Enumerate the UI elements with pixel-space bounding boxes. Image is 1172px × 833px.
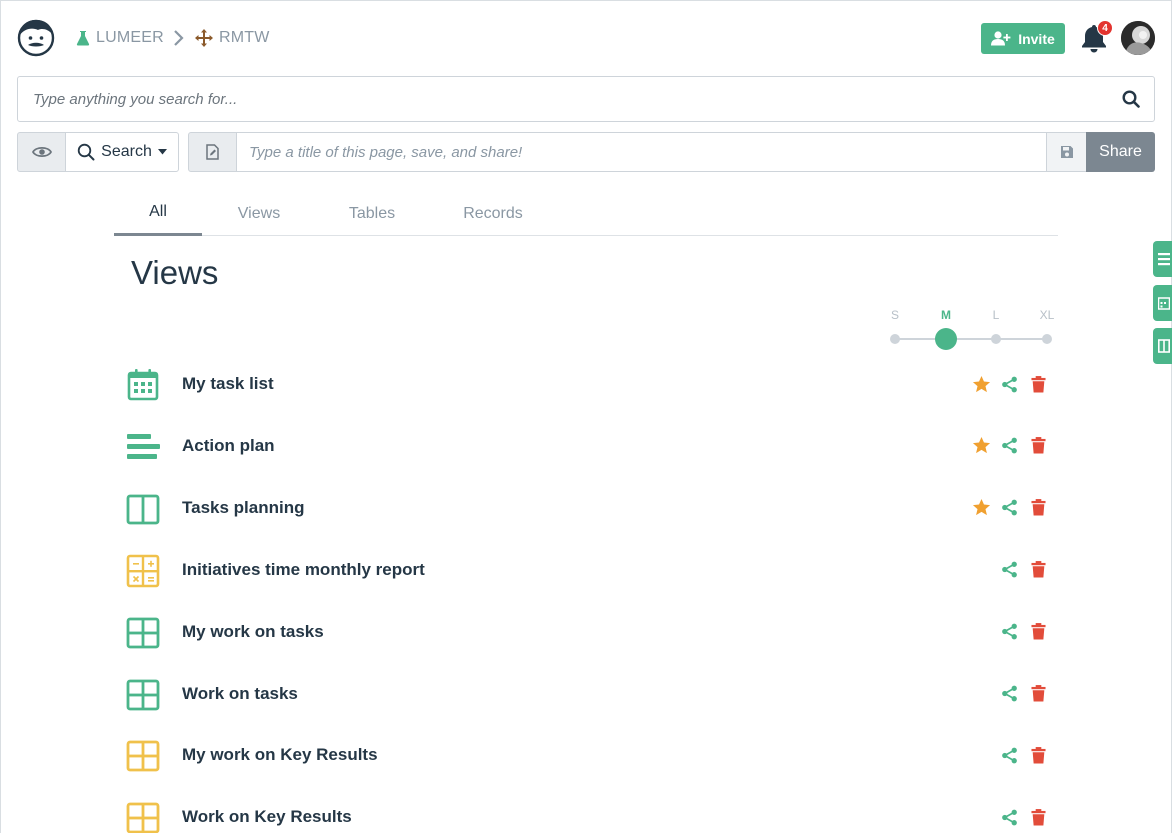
pivot-icon	[126, 554, 160, 588]
size-track	[895, 338, 1047, 340]
gantt-icon	[126, 430, 160, 464]
perspective-button[interactable]	[17, 132, 66, 172]
table-icon	[126, 616, 160, 650]
chevron-right-icon	[174, 30, 184, 46]
size-option-xl[interactable]: XL	[1032, 308, 1062, 322]
lumeer-logo[interactable]	[16, 17, 56, 57]
view-row[interactable]: Action plan	[114, 416, 1058, 478]
calendar-icon	[126, 368, 160, 402]
app-header: LUMEER RMTW Invite 4	[1, 1, 1172, 75]
caret-down-icon	[157, 149, 167, 155]
star-icon[interactable]	[971, 498, 991, 518]
view-name[interactable]: Action plan	[182, 436, 275, 456]
search-input[interactable]	[18, 77, 1108, 121]
view-name[interactable]: Initiatives time monthly report	[182, 560, 425, 580]
view-row[interactable]: Work on tasks	[114, 664, 1058, 726]
table-icon	[126, 678, 160, 712]
share-button[interactable]: Share	[1086, 132, 1155, 172]
share-icon[interactable]	[999, 436, 1019, 456]
perspective-dropdown-label: Search	[101, 143, 152, 160]
trash-icon[interactable]	[1028, 498, 1048, 518]
share-icon[interactable]	[999, 684, 1019, 704]
size-option-m[interactable]: M	[931, 308, 961, 322]
share-icon[interactable]	[999, 374, 1019, 394]
table-icon	[126, 801, 160, 833]
view-name[interactable]: Tasks planning	[182, 498, 305, 518]
star-icon[interactable]	[971, 436, 991, 456]
size-dot-xl[interactable]	[1042, 334, 1052, 344]
view-name[interactable]: My work on tasks	[182, 622, 324, 642]
trash-icon[interactable]	[1028, 560, 1048, 580]
columns-icon	[1158, 339, 1170, 353]
breadcrumb-organization[interactable]: LUMEER	[76, 27, 164, 49]
size-dot-s[interactable]	[890, 334, 900, 344]
tab-tables[interactable]: Tables	[327, 191, 417, 236]
tab-all[interactable]: All	[114, 191, 202, 236]
perspective-dropdown[interactable]: Search	[65, 132, 179, 172]
project-label: RMTW	[219, 29, 270, 46]
share-icon[interactable]	[999, 560, 1019, 580]
page-icon-addon	[188, 132, 237, 172]
user-plus-icon	[991, 31, 1011, 46]
trash-icon[interactable]	[1028, 374, 1048, 394]
trash-icon[interactable]	[1028, 807, 1048, 827]
kanban-icon	[126, 492, 160, 526]
view-name[interactable]: Work on Key Results	[182, 807, 352, 827]
size-option-l[interactable]: L	[981, 308, 1011, 322]
view-row[interactable]: My task list	[114, 354, 1058, 416]
table-icon	[126, 739, 160, 773]
page-title-input[interactable]	[236, 133, 1046, 171]
invite-label: Invite	[1018, 30, 1055, 47]
page-title-field	[236, 132, 1047, 172]
share-icon[interactable]	[999, 498, 1019, 518]
view-name[interactable]: My work on Key Results	[182, 745, 378, 765]
floppy-disk-icon	[1060, 146, 1073, 158]
star-icon[interactable]	[971, 374, 991, 394]
eye-icon	[31, 146, 52, 158]
trash-icon[interactable]	[1028, 745, 1048, 765]
invite-button[interactable]: Invite	[981, 23, 1065, 54]
flask-icon	[76, 31, 90, 46]
search-icon	[77, 143, 95, 161]
organization-label: LUMEER	[96, 29, 164, 46]
section-title: Views	[131, 254, 219, 291]
view-row[interactable]: Work on Key Results	[114, 787, 1058, 833]
file-edit-icon	[206, 144, 219, 160]
notification-badge: 4	[1097, 20, 1113, 36]
view-name[interactable]: My task list	[182, 374, 274, 394]
calendar-icon	[1158, 297, 1170, 310]
trash-icon[interactable]	[1028, 622, 1048, 642]
search-submit-button[interactable]	[1108, 90, 1154, 108]
side-tab-columns[interactable]	[1153, 328, 1172, 364]
tab-views[interactable]: Views	[214, 191, 304, 236]
share-icon[interactable]	[999, 807, 1019, 827]
arrows-move-icon	[195, 29, 213, 47]
content-tabs: All Views Tables Records	[114, 191, 1058, 236]
breadcrumb-project[interactable]: RMTW	[195, 27, 270, 49]
list-icon	[1158, 253, 1170, 266]
size-option-s[interactable]: S	[880, 308, 910, 322]
view-row[interactable]: My work on tasks	[114, 602, 1058, 664]
size-dot-l[interactable]	[991, 334, 1001, 344]
share-icon[interactable]	[999, 745, 1019, 765]
search-box	[17, 76, 1155, 122]
tab-records[interactable]: Records	[448, 191, 538, 236]
user-avatar[interactable]	[1121, 21, 1155, 55]
view-row[interactable]: Tasks planning	[114, 478, 1058, 540]
share-icon[interactable]	[999, 622, 1019, 642]
side-tab-list[interactable]	[1153, 241, 1172, 277]
trash-icon[interactable]	[1028, 436, 1048, 456]
view-row[interactable]: Initiatives time monthly report	[114, 540, 1058, 602]
size-dot-m[interactable]	[935, 328, 957, 350]
size-selector: S M L XL	[884, 306, 1059, 351]
trash-icon[interactable]	[1028, 684, 1048, 704]
save-button[interactable]	[1046, 132, 1087, 172]
view-row[interactable]: My work on Key Results	[114, 725, 1058, 787]
view-name[interactable]: Work on tasks	[182, 684, 298, 704]
search-icon	[1122, 90, 1140, 108]
side-tab-calendar[interactable]	[1153, 285, 1172, 321]
